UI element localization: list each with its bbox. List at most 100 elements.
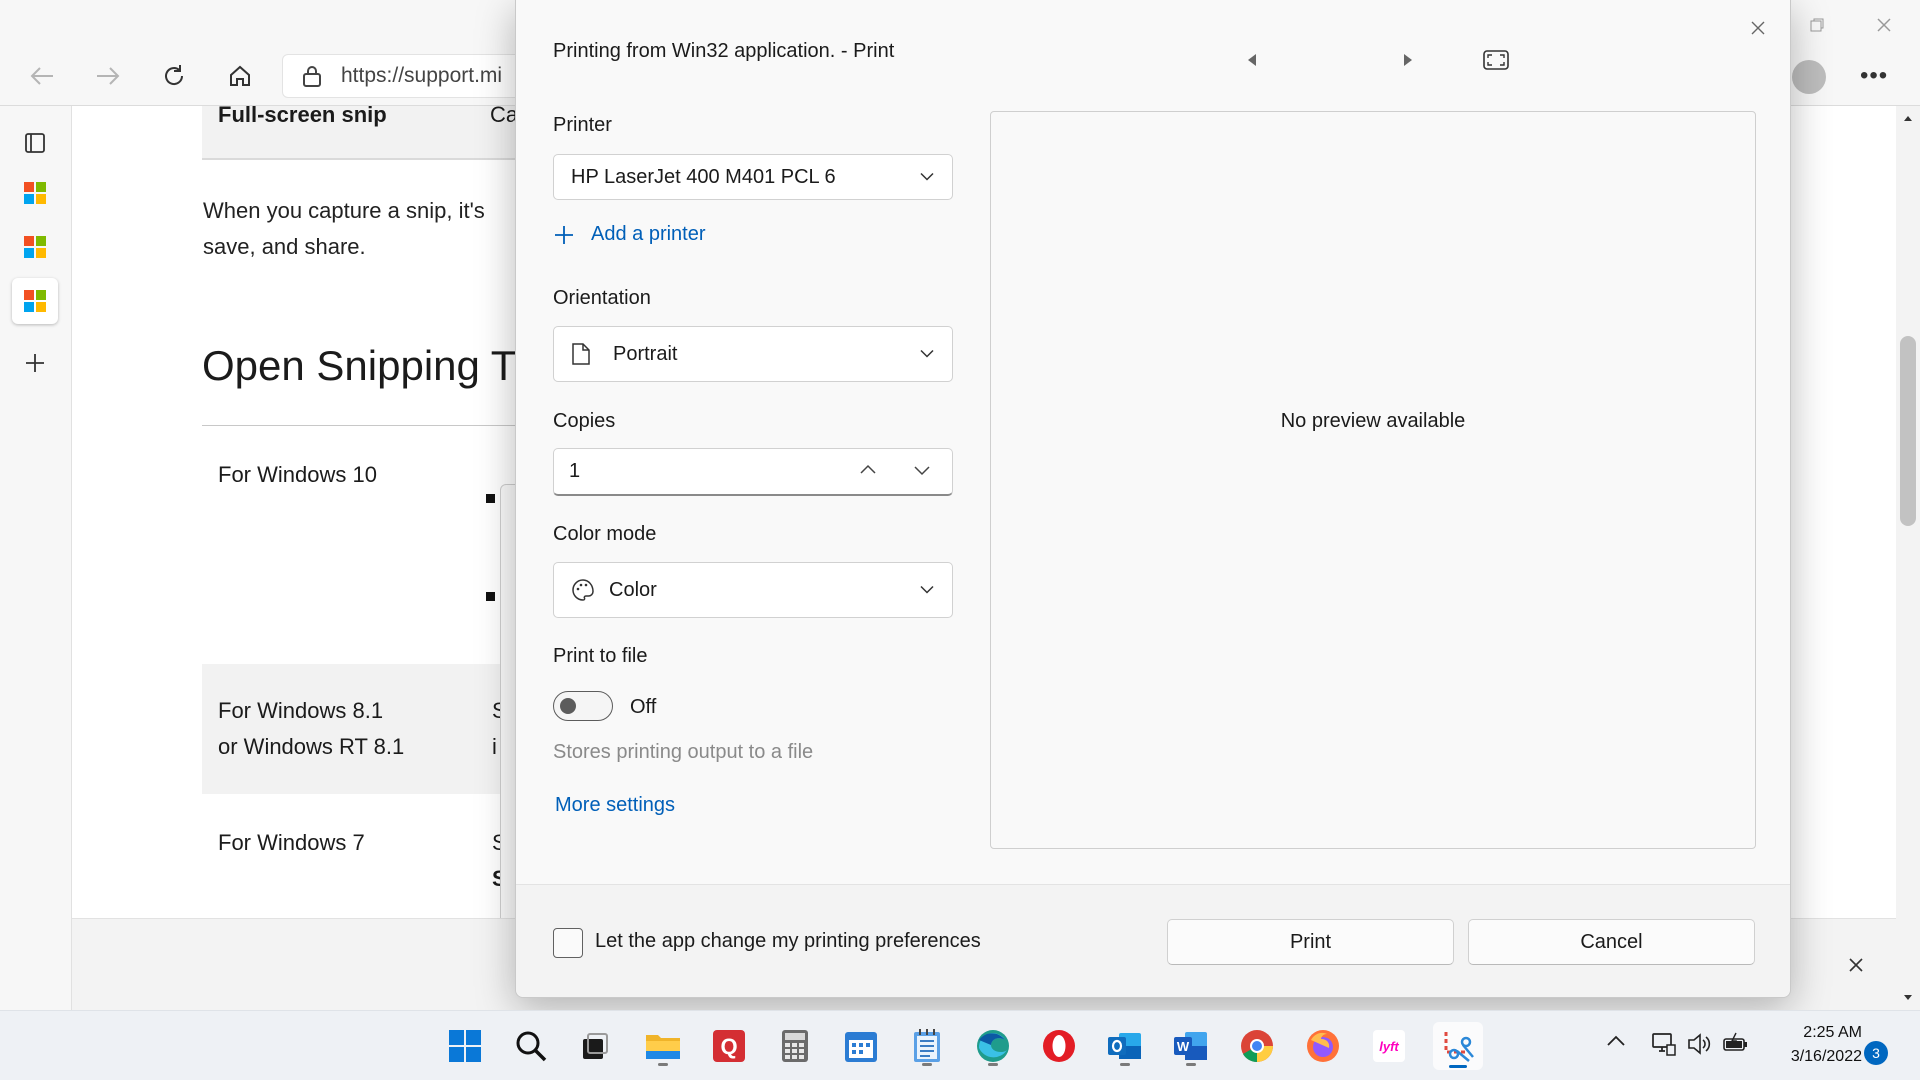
dialog-title: Printing from Win32 application. - Print <box>553 40 895 62</box>
copies-decrement-button[interactable] <box>914 466 930 476</box>
system-clock[interactable]: 2:25 AM 3/16/2022 <box>1766 1021 1862 1069</box>
start-button[interactable] <box>443 1024 487 1068</box>
firefox-button[interactable] <box>1301 1024 1345 1068</box>
taskbar: Q W lyft 2:25 AM 3/16/2022 3 <box>0 1010 1920 1080</box>
dismiss-bar-button[interactable] <box>1844 953 1868 977</box>
scroll-down-icon <box>1904 995 1912 1000</box>
plus-icon <box>555 225 573 244</box>
battery-icon <box>1723 1032 1747 1051</box>
page-scrollbar[interactable] <box>1896 106 1920 1010</box>
notepad-button[interactable] <box>905 1024 949 1068</box>
toggle-state-text: Off <box>630 696 657 718</box>
color-mode-label: Color mode <box>553 523 657 545</box>
dialog-footer: Let the app change my printing preferenc… <box>516 884 1790 997</box>
toggle-knob <box>560 698 576 714</box>
clock-time: 2:25 AM <box>1803 1024 1862 1041</box>
dialog-close-button[interactable] <box>1742 12 1774 44</box>
refresh-button[interactable] <box>156 58 192 94</box>
quickbooks-button[interactable]: Q <box>707 1024 751 1068</box>
palette-icon <box>572 579 594 601</box>
notification-badge[interactable]: 3 <box>1864 1041 1888 1065</box>
color-mode-value: Color <box>609 578 657 601</box>
page-icon <box>572 343 590 365</box>
snipping-tool-button[interactable] <box>1433 1022 1483 1070</box>
address-bar[interactable]: https://support.mi <box>282 54 542 98</box>
calculator-button[interactable] <box>773 1024 817 1068</box>
close-window-button[interactable] <box>1864 10 1904 40</box>
address-text: https://support.mi <box>341 64 503 87</box>
add-printer-text: Add a printer <box>591 223 706 245</box>
more-options-icon[interactable]: ••• <box>1860 62 1888 90</box>
preview-next-button[interactable] <box>1396 48 1420 72</box>
task-view-icon <box>583 1033 608 1059</box>
restore-window-button[interactable] <box>1797 10 1837 40</box>
running-indicator <box>658 1063 668 1066</box>
preview-prev-button[interactable] <box>1240 48 1264 72</box>
chevron-up-icon <box>1607 1035 1625 1046</box>
table-header-cell: Full-screen snip <box>218 106 387 127</box>
add-icon <box>26 354 44 372</box>
refresh-icon <box>165 65 184 85</box>
running-indicator <box>922 1063 932 1066</box>
row-win81-col2-line2: i <box>492 734 497 759</box>
running-indicator <box>1120 1063 1130 1066</box>
volume-icon-button[interactable] <box>1686 1031 1712 1057</box>
sidebar-add-button[interactable] <box>12 340 58 386</box>
sidebar-microsoft-1[interactable] <box>12 170 58 216</box>
more-settings-link[interactable]: More settings <box>555 794 675 817</box>
battery-icon-button[interactable] <box>1722 1031 1750 1057</box>
chevron-down-icon <box>920 585 934 595</box>
opera-button[interactable] <box>1037 1024 1081 1068</box>
color-mode-select[interactable]: Color <box>553 562 953 618</box>
cancel-button[interactable]: Cancel <box>1468 919 1755 965</box>
back-button[interactable] <box>24 58 60 94</box>
outlook-icon <box>1108 1033 1141 1059</box>
row-win10-label: For Windows 10 <box>218 462 377 487</box>
outlook-button[interactable] <box>1103 1024 1147 1068</box>
add-printer-link[interactable]: Add a printer <box>553 223 706 246</box>
browser-sidebar <box>0 106 72 1010</box>
toggle-help-text: Stores printing output to a file <box>553 741 814 763</box>
tab-actions-button[interactable] <box>12 120 58 166</box>
copies-increment-button[interactable] <box>860 464 876 474</box>
print-button[interactable]: Print <box>1167 919 1454 965</box>
calculator-icon <box>782 1030 808 1062</box>
scroll-thumb[interactable] <box>1900 336 1916 526</box>
lyft-button[interactable]: lyft <box>1367 1024 1411 1068</box>
search-button[interactable] <box>509 1024 553 1068</box>
edge-button[interactable] <box>971 1024 1015 1068</box>
print-to-file-toggle[interactable] <box>553 691 613 721</box>
sidebar-microsoft-2[interactable] <box>12 224 58 270</box>
edge-icon <box>977 1030 1009 1062</box>
forward-button[interactable] <box>90 58 126 94</box>
fit-to-window-button[interactable] <box>1480 48 1512 72</box>
chrome-button[interactable] <box>1235 1024 1279 1068</box>
back-arrow-icon <box>30 67 53 85</box>
word-button[interactable]: W <box>1169 1024 1213 1068</box>
intro-text-line1: When you capture a snip, it's <box>203 198 485 223</box>
home-button[interactable] <box>222 58 258 94</box>
active-indicator <box>1449 1065 1467 1068</box>
print-dialog: Printing from Win32 application. - Print… <box>515 0 1791 998</box>
bullet-marker <box>486 494 495 503</box>
orientation-select[interactable]: Portrait <box>553 326 953 382</box>
calendar-app-button[interactable] <box>839 1024 883 1068</box>
microsoft-logo-icon <box>24 236 46 258</box>
row-win81-label-line2: or Windows RT 8.1 <box>218 734 405 759</box>
clock-date: 3/16/2022 <box>1790 1048 1862 1065</box>
chevron-down-icon <box>920 172 934 182</box>
network-icon-button[interactable] <box>1650 1031 1676 1057</box>
svg-text:W: W <box>1177 1039 1190 1054</box>
copies-number-box[interactable]: 1 <box>553 448 953 496</box>
sidebar-microsoft-3[interactable] <box>12 278 58 324</box>
orientation-label: Orientation <box>553 287 651 309</box>
profile-avatar[interactable] <box>1792 60 1826 94</box>
file-explorer-button[interactable] <box>641 1024 685 1068</box>
task-view-button[interactable] <box>573 1024 617 1068</box>
orientation-value: Portrait <box>613 342 678 365</box>
show-hidden-icons-button[interactable] <box>1606 1035 1626 1047</box>
app-preferences-checkbox[interactable] <box>553 928 583 958</box>
printer-select[interactable]: HP LaserJet 400 M401 PCL 6 <box>553 154 953 200</box>
restore-icon <box>1810 18 1824 32</box>
volume-icon <box>1688 1033 1711 1055</box>
